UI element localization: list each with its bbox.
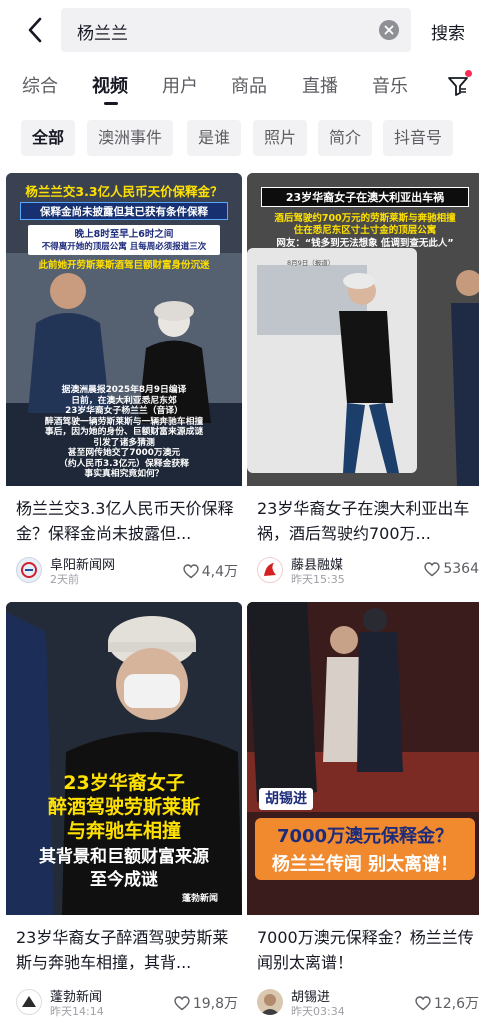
overlay-sub: 住在悉尼东区寸土寸金的顶层公寓 [293,225,437,236]
overlay-box: 晚上8时至早上6时之间 不得离开她的顶层公寓 且每周必须报道三次 [28,225,220,255]
filter-button[interactable] [446,70,472,98]
chip-photos[interactable]: 照片 [253,120,308,156]
overlay-line: 醉酒驾驶劳斯莱斯 [47,796,200,818]
search-query[interactable]: 杨兰兰 [77,19,128,44]
tab-live[interactable]: 直播 [302,72,338,98]
chip-who[interactable]: 是谁 [187,120,242,156]
tab-video[interactable]: 视频 [92,72,128,98]
clear-icon[interactable] [379,20,399,40]
overlay-netizen: 网友：“钱多到无法想象 低调到查无此人” [276,238,454,249]
video-title[interactable]: 23岁华裔女子在澳大利亚出车祸，酒后驾驶约700万... [257,496,477,546]
video-title[interactable]: 23岁华裔女子醉酒驾驶劳斯莱斯与奔驰车相撞，其背... [16,925,236,975]
filter-icon [448,77,468,96]
avatar[interactable] [257,989,283,1015]
video-meta: 藤县融媒 昨天15:35 5364 [257,554,479,588]
like-count[interactable]: 12,6万 [415,993,479,1013]
like-count[interactable]: 4,4万 [183,561,238,581]
heart-icon [424,561,441,576]
overlay-line: 与奔驰车相撞 [66,820,181,842]
overlay-headline: 23岁华裔女子在澳大利亚出车祸 [261,187,469,207]
overlay-caption: 据澳洲晨报2025年8月9日编译 日前，在澳大利亚悉尼东郊 23岁华裔女子杨兰兰… [44,385,204,479]
overlay-banner: 7000万澳元保释金？ 杨兰兰传闻 别太离谱！ [255,818,475,880]
video-card[interactable]: 胡锡进 7000万澳元保释金？ 杨兰兰传闻 别太离谱！ 7000万澳元保释金？杨… [247,602,479,1028]
overlay-line: 此前她开劳斯莱斯酒驾巨额财富身份沉迷 [38,260,210,271]
chip-all[interactable]: 全部 [21,120,76,156]
video-title[interactable]: 7000万澳元保释金？杨兰兰传闻别太离谱！ [257,925,477,975]
like-count-value: 4,4万 [201,564,238,580]
avatar[interactable] [257,557,283,583]
heart-icon [415,995,431,1010]
like-count-value: 12,6万 [433,996,479,1012]
overlay-headline: 杨兰兰交3.3亿人民币天价保释金？ [25,184,223,199]
avatar[interactable] [16,989,42,1015]
video-meta: 胡锡进 昨天03:34 12,6万 [257,986,479,1020]
avatar[interactable] [16,557,42,583]
overlay-name-tag: 胡锡进 [259,788,313,810]
like-count[interactable]: 5364 [424,561,479,577]
heart-icon [183,563,199,578]
like-count-value: 19,8万 [192,996,238,1012]
video-thumbnail[interactable]: 23岁华裔女子 醉酒驾驶劳斯莱斯 与奔驰车相撞 其背景和巨额财富来源 至今成谜 … [6,602,242,915]
video-meta: 蓬勃新闻 昨天14:14 19,8万 [16,986,238,1020]
tab-music[interactable]: 音乐 [372,72,408,98]
overlay-date: 8月9日（报道） [287,259,335,267]
notification-dot [465,70,472,77]
video-thumbnail[interactable]: 23岁华裔女子在澳大利亚出车祸 酒后驾驶约700万元的劳斯莱斯与奔驰相撞 住在悉… [247,173,479,486]
overlay-line: 其背景和巨额财富来源 [39,847,209,867]
overlay-logo: 蓬勃新闻 [182,894,219,904]
back-arrow-icon [28,17,42,43]
like-count-value: 5364 [443,561,479,577]
overlay-line: 23岁华裔女子 [63,772,185,794]
chip-bio[interactable]: 简介 [318,120,373,156]
tab-users[interactable]: 用户 [162,72,198,98]
like-count[interactable]: 19,8万 [174,993,238,1013]
post-time: 昨天03:34 [291,1005,345,1018]
tab-comprehensive[interactable]: 综合 [22,72,58,98]
post-time: 昨天15:35 [291,573,345,586]
chip-australia-event[interactable]: 澳洲事件 [87,120,174,156]
search-button[interactable]: 搜索 [431,19,465,44]
heart-icon [174,995,190,1010]
overlay-sub: 保释金尚未披露但其已获有条件保释 [20,202,228,220]
overlay-line: 至今成谜 [90,870,158,890]
video-thumbnail[interactable]: 胡锡进 7000万澳元保释金？ 杨兰兰传闻 别太离谱！ [247,602,479,915]
video-meta: 阜阳新闻网 2天前 4,4万 [16,554,238,588]
result-tabs: 综合 视频 用户 商品 直播 音乐 [0,62,479,106]
search-input[interactable]: 杨兰兰 [61,8,411,52]
post-time: 2天前 [50,573,79,586]
video-thumbnail[interactable]: 杨兰兰交3.3亿人民币天价保释金？ 保释金尚未披露但其已获有条件保释 晚上8时至… [6,173,242,486]
tab-products[interactable]: 商品 [231,72,267,98]
back-button[interactable] [20,14,50,46]
video-title[interactable]: 杨兰兰交3.3亿人民币天价保释金？保释金尚未披露但... [16,496,236,546]
filter-chips: 全部 澳洲事件 是谁 照片 简介 抖音号 [0,120,479,156]
video-card[interactable]: 23岁华裔女子在澳大利亚出车祸 酒后驾驶约700万元的劳斯莱斯与奔驰相撞 住在悉… [247,173,479,593]
chip-douyin-id[interactable]: 抖音号 [383,120,454,156]
video-card[interactable]: 23岁华裔女子 醉酒驾驶劳斯莱斯 与奔驰车相撞 其背景和巨额财富来源 至今成谜 … [6,602,242,1028]
search-header: 杨兰兰 搜索 [0,0,479,60]
post-time: 昨天14:14 [50,1005,104,1018]
video-card[interactable]: 杨兰兰交3.3亿人民币天价保释金？ 保释金尚未披露但其已获有条件保释 晚上8时至… [6,173,242,593]
active-tab-indicator [104,102,118,105]
